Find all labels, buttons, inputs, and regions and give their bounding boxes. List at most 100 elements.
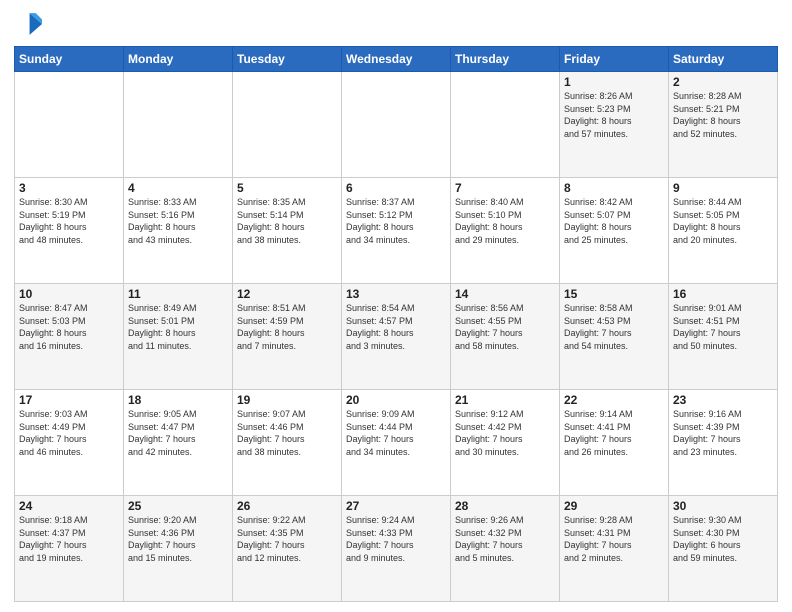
day-cell: 29Sunrise: 9:28 AM Sunset: 4:31 PM Dayli… [560,496,669,602]
day-cell [451,72,560,178]
day-cell: 10Sunrise: 8:47 AM Sunset: 5:03 PM Dayli… [15,284,124,390]
day-info: Sunrise: 9:20 AM Sunset: 4:36 PM Dayligh… [128,514,228,564]
calendar-body: 1Sunrise: 8:26 AM Sunset: 5:23 PM Daylig… [15,72,778,602]
day-number: 14 [455,287,555,301]
day-info: Sunrise: 9:30 AM Sunset: 4:30 PM Dayligh… [673,514,773,564]
day-cell: 6Sunrise: 8:37 AM Sunset: 5:12 PM Daylig… [342,178,451,284]
day-cell: 25Sunrise: 9:20 AM Sunset: 4:36 PM Dayli… [124,496,233,602]
day-cell: 13Sunrise: 8:54 AM Sunset: 4:57 PM Dayli… [342,284,451,390]
day-number: 11 [128,287,228,301]
day-info: Sunrise: 8:42 AM Sunset: 5:07 PM Dayligh… [564,196,664,246]
day-info: Sunrise: 9:07 AM Sunset: 4:46 PM Dayligh… [237,408,337,458]
day-info: Sunrise: 8:47 AM Sunset: 5:03 PM Dayligh… [19,302,119,352]
day-cell: 22Sunrise: 9:14 AM Sunset: 4:41 PM Dayli… [560,390,669,496]
day-info: Sunrise: 9:09 AM Sunset: 4:44 PM Dayligh… [346,408,446,458]
day-info: Sunrise: 8:54 AM Sunset: 4:57 PM Dayligh… [346,302,446,352]
header [14,10,778,38]
day-number: 26 [237,499,337,513]
day-cell [342,72,451,178]
day-info: Sunrise: 9:03 AM Sunset: 4:49 PM Dayligh… [19,408,119,458]
weekday-friday: Friday [560,47,669,72]
day-cell: 9Sunrise: 8:44 AM Sunset: 5:05 PM Daylig… [669,178,778,284]
day-cell: 20Sunrise: 9:09 AM Sunset: 4:44 PM Dayli… [342,390,451,496]
weekday-monday: Monday [124,47,233,72]
day-number: 9 [673,181,773,195]
day-number: 25 [128,499,228,513]
day-cell: 3Sunrise: 8:30 AM Sunset: 5:19 PM Daylig… [15,178,124,284]
day-cell: 27Sunrise: 9:24 AM Sunset: 4:33 PM Dayli… [342,496,451,602]
day-cell [124,72,233,178]
day-cell [233,72,342,178]
week-row-1: 3Sunrise: 8:30 AM Sunset: 5:19 PM Daylig… [15,178,778,284]
day-cell: 5Sunrise: 8:35 AM Sunset: 5:14 PM Daylig… [233,178,342,284]
day-cell: 18Sunrise: 9:05 AM Sunset: 4:47 PM Dayli… [124,390,233,496]
day-info: Sunrise: 8:56 AM Sunset: 4:55 PM Dayligh… [455,302,555,352]
day-number: 12 [237,287,337,301]
day-number: 21 [455,393,555,407]
day-number: 30 [673,499,773,513]
day-info: Sunrise: 8:40 AM Sunset: 5:10 PM Dayligh… [455,196,555,246]
weekday-saturday: Saturday [669,47,778,72]
calendar-header: SundayMondayTuesdayWednesdayThursdayFrid… [15,47,778,72]
day-cell: 7Sunrise: 8:40 AM Sunset: 5:10 PM Daylig… [451,178,560,284]
day-number: 13 [346,287,446,301]
weekday-header-row: SundayMondayTuesdayWednesdayThursdayFrid… [15,47,778,72]
day-number: 18 [128,393,228,407]
day-cell: 24Sunrise: 9:18 AM Sunset: 4:37 PM Dayli… [15,496,124,602]
logo-icon [14,10,42,38]
day-number: 16 [673,287,773,301]
day-info: Sunrise: 8:28 AM Sunset: 5:21 PM Dayligh… [673,90,773,140]
day-number: 20 [346,393,446,407]
day-info: Sunrise: 9:24 AM Sunset: 4:33 PM Dayligh… [346,514,446,564]
day-number: 2 [673,75,773,89]
week-row-2: 10Sunrise: 8:47 AM Sunset: 5:03 PM Dayli… [15,284,778,390]
day-info: Sunrise: 8:26 AM Sunset: 5:23 PM Dayligh… [564,90,664,140]
day-number: 29 [564,499,664,513]
day-number: 15 [564,287,664,301]
day-number: 7 [455,181,555,195]
day-number: 17 [19,393,119,407]
day-cell: 17Sunrise: 9:03 AM Sunset: 4:49 PM Dayli… [15,390,124,496]
day-info: Sunrise: 9:22 AM Sunset: 4:35 PM Dayligh… [237,514,337,564]
day-info: Sunrise: 8:37 AM Sunset: 5:12 PM Dayligh… [346,196,446,246]
day-number: 27 [346,499,446,513]
day-cell: 8Sunrise: 8:42 AM Sunset: 5:07 PM Daylig… [560,178,669,284]
day-cell: 26Sunrise: 9:22 AM Sunset: 4:35 PM Dayli… [233,496,342,602]
day-info: Sunrise: 9:26 AM Sunset: 4:32 PM Dayligh… [455,514,555,564]
day-cell: 2Sunrise: 8:28 AM Sunset: 5:21 PM Daylig… [669,72,778,178]
day-info: Sunrise: 8:51 AM Sunset: 4:59 PM Dayligh… [237,302,337,352]
day-cell: 1Sunrise: 8:26 AM Sunset: 5:23 PM Daylig… [560,72,669,178]
day-number: 23 [673,393,773,407]
day-cell: 11Sunrise: 8:49 AM Sunset: 5:01 PM Dayli… [124,284,233,390]
day-number: 6 [346,181,446,195]
day-cell [15,72,124,178]
day-cell: 12Sunrise: 8:51 AM Sunset: 4:59 PM Dayli… [233,284,342,390]
week-row-0: 1Sunrise: 8:26 AM Sunset: 5:23 PM Daylig… [15,72,778,178]
day-number: 4 [128,181,228,195]
day-info: Sunrise: 9:12 AM Sunset: 4:42 PM Dayligh… [455,408,555,458]
day-cell: 21Sunrise: 9:12 AM Sunset: 4:42 PM Dayli… [451,390,560,496]
day-info: Sunrise: 8:58 AM Sunset: 4:53 PM Dayligh… [564,302,664,352]
day-number: 10 [19,287,119,301]
day-info: Sunrise: 9:28 AM Sunset: 4:31 PM Dayligh… [564,514,664,564]
calendar-table: SundayMondayTuesdayWednesdayThursdayFrid… [14,46,778,602]
weekday-tuesday: Tuesday [233,47,342,72]
day-cell: 30Sunrise: 9:30 AM Sunset: 4:30 PM Dayli… [669,496,778,602]
day-info: Sunrise: 9:05 AM Sunset: 4:47 PM Dayligh… [128,408,228,458]
day-number: 3 [19,181,119,195]
day-info: Sunrise: 8:44 AM Sunset: 5:05 PM Dayligh… [673,196,773,246]
day-info: Sunrise: 9:18 AM Sunset: 4:37 PM Dayligh… [19,514,119,564]
day-cell: 28Sunrise: 9:26 AM Sunset: 4:32 PM Dayli… [451,496,560,602]
weekday-thursday: Thursday [451,47,560,72]
day-info: Sunrise: 8:49 AM Sunset: 5:01 PM Dayligh… [128,302,228,352]
week-row-4: 24Sunrise: 9:18 AM Sunset: 4:37 PM Dayli… [15,496,778,602]
day-info: Sunrise: 8:35 AM Sunset: 5:14 PM Dayligh… [237,196,337,246]
day-number: 19 [237,393,337,407]
day-info: Sunrise: 9:14 AM Sunset: 4:41 PM Dayligh… [564,408,664,458]
day-number: 1 [564,75,664,89]
day-cell: 23Sunrise: 9:16 AM Sunset: 4:39 PM Dayli… [669,390,778,496]
day-number: 8 [564,181,664,195]
day-cell: 15Sunrise: 8:58 AM Sunset: 4:53 PM Dayli… [560,284,669,390]
week-row-3: 17Sunrise: 9:03 AM Sunset: 4:49 PM Dayli… [15,390,778,496]
day-number: 22 [564,393,664,407]
